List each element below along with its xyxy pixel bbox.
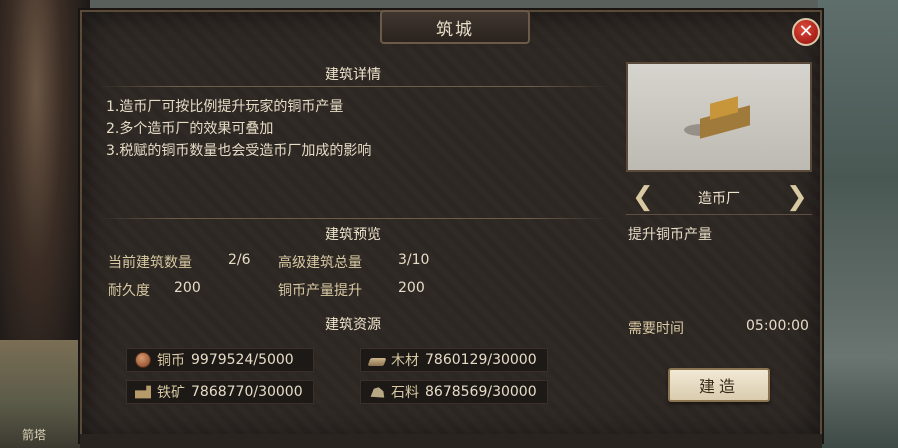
resource-value: 9979524/5000 [191, 352, 294, 368]
resource-iron: 铁矿 7868770/30000 [126, 380, 314, 404]
details-line-1: 1.造币厂可按比例提升玩家的铜币产量 [106, 99, 344, 115]
copper-boost-label: 铜币产量提升 [278, 283, 362, 299]
mint-building-icon [684, 96, 750, 139]
close-button[interactable]: ✕ [792, 18, 820, 46]
resource-copper: 铜币 9979524/5000 [126, 348, 314, 372]
background-map-label: 箭塔 [22, 428, 47, 442]
resources-heading: 建筑资源 [325, 317, 381, 333]
details-line-3: 3.税赋的铜币数量也会受造币厂加成的影响 [106, 143, 372, 159]
preview-divider [98, 218, 608, 219]
close-icon: ✕ [798, 21, 814, 42]
resource-value: 8678569/30000 [425, 384, 537, 400]
details-divider [98, 86, 608, 87]
resource-name: 铜币 [157, 353, 185, 369]
copper-coin-icon [135, 352, 151, 368]
current-count-label: 当前建筑数量 [108, 255, 192, 271]
background-scenery-right [818, 0, 898, 448]
building-effect: 提升铜币产量 [628, 227, 712, 243]
building-preview-image [626, 62, 812, 172]
bottom-strip [80, 434, 822, 448]
durability-label: 耐久度 [108, 283, 150, 299]
building-selector: ❮ 造币厂 ❯ [626, 184, 812, 210]
resource-value: 7860129/30000 [425, 352, 537, 368]
next-building-button[interactable]: ❯ [786, 184, 808, 210]
preview-heading: 建筑预览 [325, 227, 381, 243]
resource-name: 木材 [391, 353, 419, 369]
current-count-value: 2/6 [228, 252, 251, 268]
dialog-title: 筑城 [436, 19, 474, 40]
dialog-title-plate: 筑城 [380, 10, 530, 44]
building-name: 造币厂 [698, 191, 740, 207]
durability-value: 200 [174, 280, 201, 296]
resource-name: 石料 [391, 385, 419, 401]
build-dialog: 筑城 ✕ 建筑详情 1.造币厂可按比例提升玩家的铜币产量 2.多个造币厂的效果可… [80, 10, 822, 442]
right-divider [626, 214, 812, 215]
resource-name: 铁矿 [157, 385, 185, 401]
build-time-value: 05:00:00 [746, 318, 809, 334]
resource-value: 7868770/30000 [191, 384, 303, 400]
wood-icon [367, 358, 387, 366]
resource-stone: 石料 8678569/30000 [360, 380, 548, 404]
advanced-total-value: 3/10 [398, 252, 430, 268]
details-heading: 建筑详情 [325, 67, 381, 83]
advanced-total-label: 高级建筑总量 [278, 255, 362, 271]
copper-boost-value: 200 [398, 280, 425, 296]
stone-icon [370, 387, 385, 398]
build-time-label: 需要时间 [628, 321, 684, 337]
build-button[interactable]: 建造 [668, 368, 770, 402]
details-line-2: 2.多个造币厂的效果可叠加 [106, 121, 274, 137]
iron-ore-icon [135, 385, 151, 399]
building-info-section: 建筑详情 1.造币厂可按比例提升玩家的铜币产量 2.多个造币厂的效果可叠加 3.… [98, 56, 608, 434]
resource-wood: 木材 7860129/30000 [360, 348, 548, 372]
